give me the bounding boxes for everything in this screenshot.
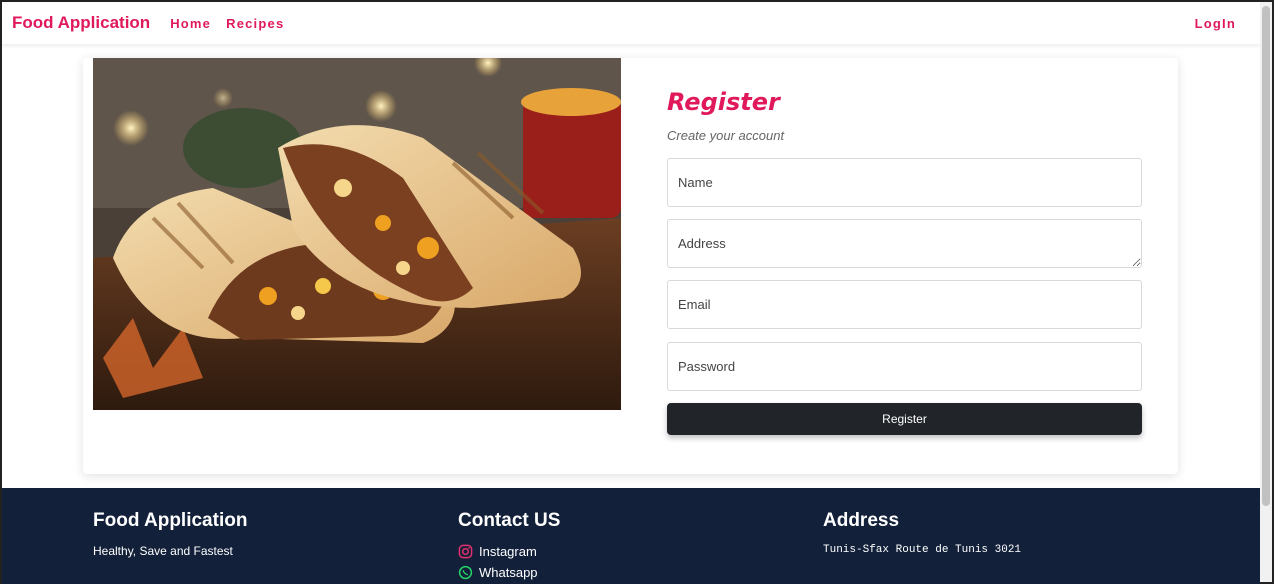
footer-contact-column: Contact US Instagram Whatsapp — [458, 510, 560, 584]
footer: Food Application Healthy, Save and Faste… — [2, 488, 1260, 584]
address-input[interactable] — [667, 219, 1142, 268]
hero-food-image — [93, 58, 621, 410]
register-card: Register Create your account Register — [83, 58, 1178, 474]
navbar: Food Application Home Recipes LogIn — [2, 2, 1260, 44]
footer-address-column: Address Tunis-Sfax Route de Tunis 3021 — [823, 510, 1021, 556]
whatsapp-label: Whatsapp — [479, 565, 538, 580]
footer-brand-column: Food Application Healthy, Save and Faste… — [93, 510, 247, 558]
footer-contact-title: Contact US — [458, 510, 561, 531]
email-input[interactable] — [667, 280, 1142, 329]
footer-tagline: Healthy, Save and Fastest — [93, 544, 233, 558]
whatsapp-link[interactable]: Whatsapp — [458, 565, 560, 580]
password-input[interactable] — [667, 342, 1142, 391]
nav-link-home[interactable]: Home — [170, 16, 211, 31]
footer-address-title: Address — [823, 510, 900, 531]
footer-brand-title: Food Application — [93, 510, 248, 531]
login-link[interactable]: LogIn — [1195, 16, 1236, 31]
brand-link[interactable]: Food Application — [12, 13, 150, 33]
footer-address-text: Tunis-Sfax Route de Tunis 3021 — [823, 544, 1022, 556]
form-subtitle: Create your account — [667, 128, 785, 143]
instagram-label: Instagram — [479, 544, 537, 559]
name-input[interactable] — [667, 158, 1142, 207]
burrito-illustration — [93, 58, 621, 410]
page-scrollbar[interactable] — [1260, 2, 1272, 582]
whatsapp-icon — [458, 565, 473, 580]
form-title: Register — [667, 88, 780, 116]
instagram-link[interactable]: Instagram — [458, 544, 560, 559]
nav-link-recipes[interactable]: Recipes — [226, 16, 284, 31]
scrollbar-thumb[interactable] — [1262, 6, 1270, 506]
instagram-icon — [458, 544, 473, 559]
register-button[interactable]: Register — [667, 403, 1142, 435]
